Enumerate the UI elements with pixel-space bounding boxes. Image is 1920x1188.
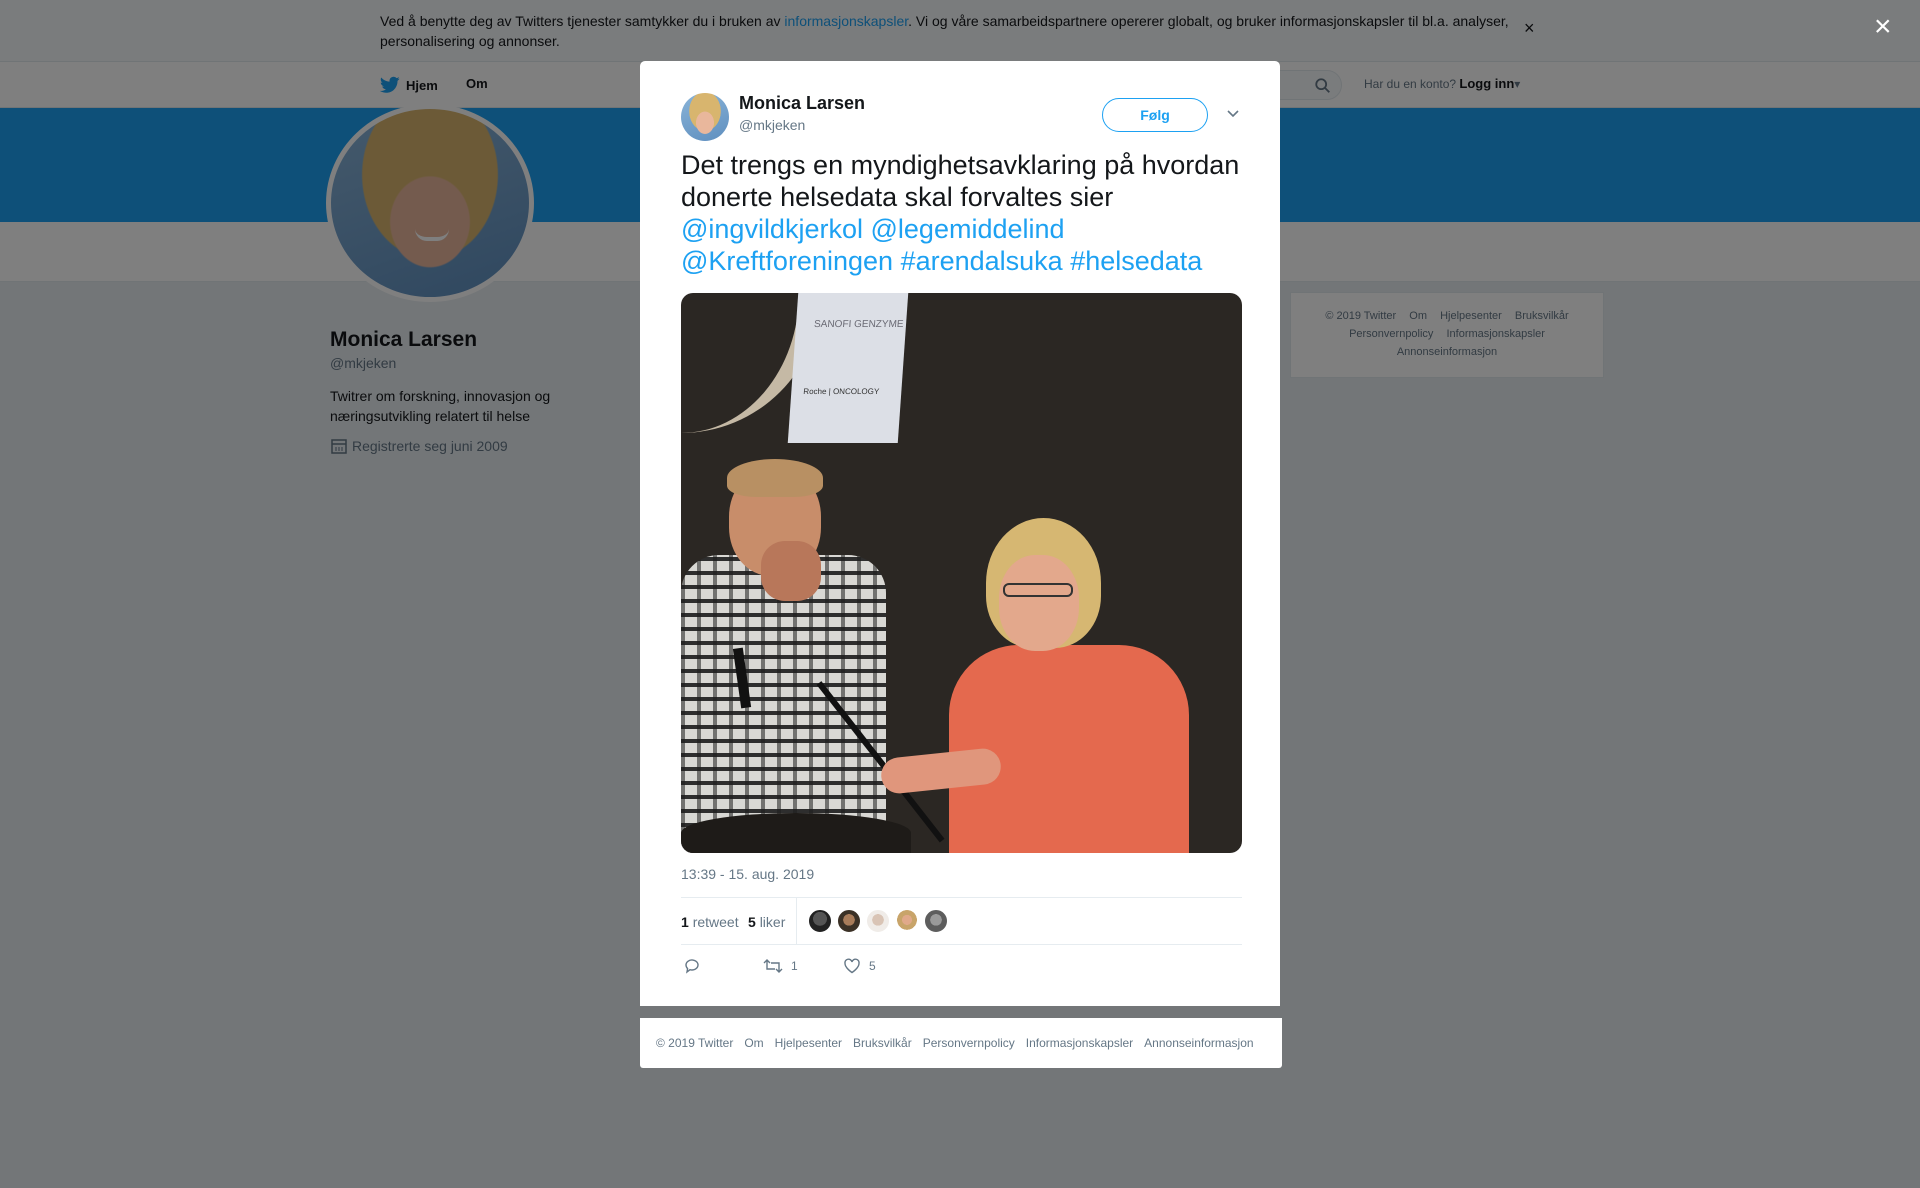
liker-avatar[interactable] <box>808 909 832 933</box>
like-button[interactable]: 5 <box>843 957 876 975</box>
retweet-label: retweet <box>692 914 739 930</box>
retweet-icon <box>763 959 783 973</box>
liker-avatar[interactable] <box>837 909 861 933</box>
retweet-button[interactable]: 1 <box>763 957 798 975</box>
footer-link[interactable]: Bruksvilkår <box>853 1036 912 1050</box>
hashtag-link[interactable]: #helsedata <box>1070 246 1202 276</box>
tweet-stats: 1 retweet 5 liker <box>681 897 1242 945</box>
tweet-photo[interactable]: SANOFI GENZYME Roche | ONCOLOGY <box>681 293 1242 853</box>
hashtag-link[interactable]: #arendalsuka <box>901 246 1063 276</box>
tweet-modal: Monica Larsen @mkjeken Følg Det trengs e… <box>640 61 1280 1006</box>
tweet-text-plain: Det trengs en myndighetsavklaring på hvo… <box>681 150 1240 212</box>
liker-avatars <box>808 909 948 933</box>
tweet-author-handle[interactable]: @mkjeken <box>739 117 805 133</box>
tweet-author-name[interactable]: Monica Larsen <box>739 93 865 114</box>
retweet-count: 1 <box>681 914 689 930</box>
footer-link: © 2019 Twitter <box>656 1036 734 1050</box>
likes-stat[interactable]: 5 liker <box>748 914 785 930</box>
footer-link[interactable]: Informasjonskapsler <box>1026 1036 1133 1050</box>
tweet-actions: 1 5 <box>681 957 1242 987</box>
footer-link[interactable]: Hjelpesenter <box>775 1036 842 1050</box>
reply-button[interactable] <box>683 957 709 975</box>
mention-link[interactable]: @ingvildkjerkol <box>681 214 863 244</box>
retweet-action-count: 1 <box>791 959 798 973</box>
liker-avatar[interactable] <box>895 909 919 933</box>
stats-divider <box>796 898 797 944</box>
liker-avatar[interactable] <box>866 909 890 933</box>
retweet-stat[interactable]: 1 retweet <box>681 914 739 930</box>
likes-count: 5 <box>748 914 756 930</box>
liker-avatar[interactable] <box>924 909 948 933</box>
chevron-down-icon[interactable] <box>1225 105 1241 121</box>
like-action-count: 5 <box>869 959 876 973</box>
tweet-avatar[interactable] <box>681 93 729 141</box>
footer-link[interactable]: Annonseinformasjon <box>1144 1036 1253 1050</box>
tweet-timestamp[interactable]: 13:39 - 15. aug. 2019 <box>681 866 814 882</box>
tweet-text: Det trengs en myndighetsavklaring på hvo… <box>681 149 1251 277</box>
mention-link[interactable]: @Kreftforeningen <box>681 246 893 276</box>
footer-link[interactable]: Personvernpolicy <box>923 1036 1015 1050</box>
modal-footer: © 2019 Twitter Om Hjelpesenter Bruksvilk… <box>640 1018 1282 1068</box>
heart-icon <box>844 958 860 974</box>
reply-icon <box>685 959 699 974</box>
close-icon[interactable]: × <box>1874 10 1892 44</box>
mention-link[interactable]: @legemiddelind <box>871 214 1065 244</box>
sanofi-logo: SANOFI GENZYME <box>813 319 904 330</box>
stage-screen: SANOFI GENZYME Roche | ONCOLOGY <box>787 293 909 443</box>
footer-link[interactable]: Om <box>744 1036 763 1050</box>
follow-button[interactable]: Følg <box>1102 98 1208 132</box>
likes-label: liker <box>759 914 786 930</box>
roche-logo: Roche | ONCOLOGY <box>803 387 880 396</box>
